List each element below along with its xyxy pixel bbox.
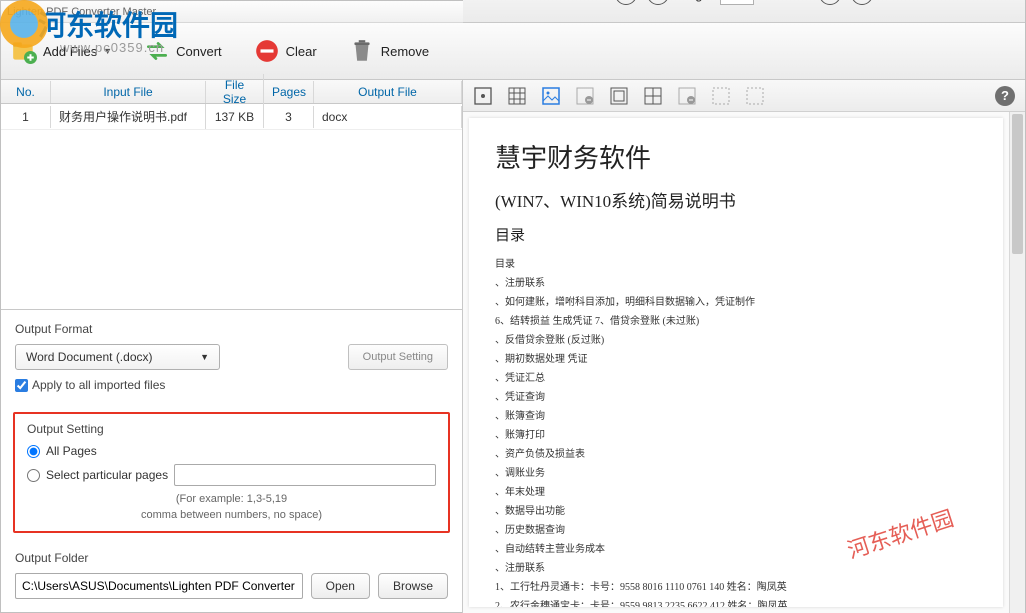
col-output[interactable]: Output File (314, 81, 462, 103)
doc-line: 、注册联系 (495, 274, 977, 289)
output-folder-input[interactable] (15, 573, 303, 599)
view-mode-8-icon[interactable] (711, 86, 731, 106)
page-label: Page (679, 0, 709, 2)
doc-line: 、年末处理 (495, 483, 977, 498)
trash-icon (349, 38, 375, 64)
output-format-section: Output Format Word Document (.docx) ▼ Ou… (1, 309, 462, 404)
grid-icon[interactable] (507, 86, 527, 106)
view-mode-6-icon[interactable] (643, 86, 663, 106)
cell-size: 137 KB (206, 106, 264, 128)
view-mode-1-icon[interactable] (473, 86, 493, 106)
all-pages-input[interactable] (27, 445, 40, 458)
select-pages-radio[interactable]: Select particular pages (27, 464, 436, 486)
doc-subtitle: (WIN7、WIN10系统)简易说明书 (495, 187, 977, 212)
watermark-url: www.pc0359.cn (60, 40, 164, 55)
doc-line: 、账簿打印 (495, 426, 977, 441)
table-row[interactable]: 1 财务用户操作说明书.pdf 137 KB 3 docx (1, 104, 462, 130)
open-button[interactable]: Open (311, 573, 370, 599)
col-size[interactable]: File Size (206, 74, 264, 110)
scroll-thumb[interactable] (1012, 114, 1023, 254)
col-pages[interactable]: Pages (264, 81, 314, 103)
left-panel: No. Input File File Size Pages Output Fi… (1, 80, 463, 613)
format-select[interactable]: Word Document (.docx) ▼ (15, 344, 220, 370)
select-pages-input[interactable] (27, 469, 40, 482)
output-setting-box: Output Setting All Pages Select particul… (13, 412, 450, 533)
convert-label: Convert (176, 44, 222, 59)
clear-icon (254, 38, 280, 64)
doc-line: 、期初数据处理 凭证 (495, 350, 977, 365)
remove-label: Remove (381, 44, 429, 59)
doc-line: 、反借贷余登账 (反过账) (495, 331, 977, 346)
watermark-logo-text: 河东软件园 (38, 4, 178, 44)
cell-pages: 3 (264, 106, 314, 128)
cell-output: docx (314, 106, 462, 128)
clear-label: Clear (286, 44, 317, 59)
doc-line: 1、工行牡丹灵通卡：卡号：9558 8016 1110 0761 140 姓名：… (495, 578, 977, 593)
doc-line: 、如何建账，增咐科目添加，明细科目数据输入，凭证制作 (495, 293, 977, 308)
page-input[interactable] (720, 0, 754, 5)
view-mode-4-icon[interactable] (575, 86, 595, 106)
format-selected: Word Document (.docx) (26, 350, 153, 364)
pager: ‹ › Page Of 3 − + (463, 0, 1025, 23)
all-pages-radio[interactable]: All Pages (27, 444, 436, 458)
doc-h2: 目录 (495, 224, 977, 245)
preview-scrollbar[interactable] (1009, 112, 1025, 613)
output-format-label: Output Format (15, 322, 448, 336)
file-table: No. Input File File Size Pages Output Fi… (1, 80, 462, 130)
preview-area: 慧宇财务软件 (WIN7、WIN10系统)简易说明书 目录 目录、注册联系、如何… (463, 112, 1025, 613)
pages-hint: (For example: 1,3-5,19 comma between num… (27, 492, 436, 523)
doc-line: 、账簿查询 (495, 407, 977, 422)
remove-button[interactable]: Remove (349, 38, 429, 64)
doc-title: 慧宇财务软件 (495, 138, 977, 175)
apply-all-check[interactable] (15, 379, 28, 392)
view-mode-5-icon[interactable] (609, 86, 629, 106)
browse-button[interactable]: Browse (378, 573, 448, 599)
output-setting-button[interactable]: Output Setting (348, 344, 448, 370)
all-pages-label: All Pages (46, 444, 97, 458)
doc-line: 、凭证汇总 (495, 369, 977, 384)
apply-all-checkbox[interactable]: Apply to all imported files (15, 378, 448, 392)
right-panel: ‹ › Page Of 3 − + ? 慧宇财务软件 (463, 80, 1025, 613)
view-toolbar: ? (463, 80, 1025, 112)
prev-page-button[interactable]: ‹ (615, 0, 637, 5)
image-icon[interactable] (541, 86, 561, 106)
doc-line: 2、农行金穗通宝卡：卡号：9559 9813 2235 6622 412 姓名：… (495, 597, 977, 607)
cell-input: 财务用户操作说明书.pdf (51, 104, 206, 129)
clear-button[interactable]: Clear (254, 38, 317, 64)
doc-line: 目录 (495, 255, 977, 270)
doc-line: 、调账业务 (495, 464, 977, 479)
view-mode-9-icon[interactable] (745, 86, 765, 106)
col-input[interactable]: Input File (51, 81, 206, 103)
preview-page: 慧宇财务软件 (WIN7、WIN10系统)简易说明书 目录 目录、注册联系、如何… (469, 118, 1003, 607)
zoom-in-button[interactable]: + (851, 0, 873, 5)
page-total: 3 (787, 0, 794, 2)
cell-no: 1 (1, 106, 51, 128)
table-header: No. Input File File Size Pages Output Fi… (1, 80, 462, 104)
doc-line: 、资产负债及损益表 (495, 445, 977, 460)
col-no[interactable]: No. (1, 81, 51, 103)
doc-line: 、凭证查询 (495, 388, 977, 403)
chevron-down-icon: ▼ (200, 352, 209, 362)
preview-help-button[interactable]: ? (995, 86, 1015, 106)
doc-line: 6、结转损益 生成凭证 7、借贷余登账 (未过账) (495, 312, 977, 327)
next-page-button[interactable]: › (647, 0, 669, 5)
doc-line: 、注册联系 (495, 559, 977, 574)
apply-all-label: Apply to all imported files (32, 378, 165, 392)
pages-range-input[interactable] (174, 464, 436, 486)
of-label: Of (764, 0, 778, 2)
output-folder-section: Output Folder Open Browse (1, 541, 462, 613)
zoom-out-button[interactable]: − (819, 0, 841, 5)
output-folder-label: Output Folder (15, 551, 448, 565)
view-mode-7-icon[interactable] (677, 86, 697, 106)
select-pages-label: Select particular pages (46, 468, 168, 482)
output-setting-label: Output Setting (27, 422, 436, 436)
